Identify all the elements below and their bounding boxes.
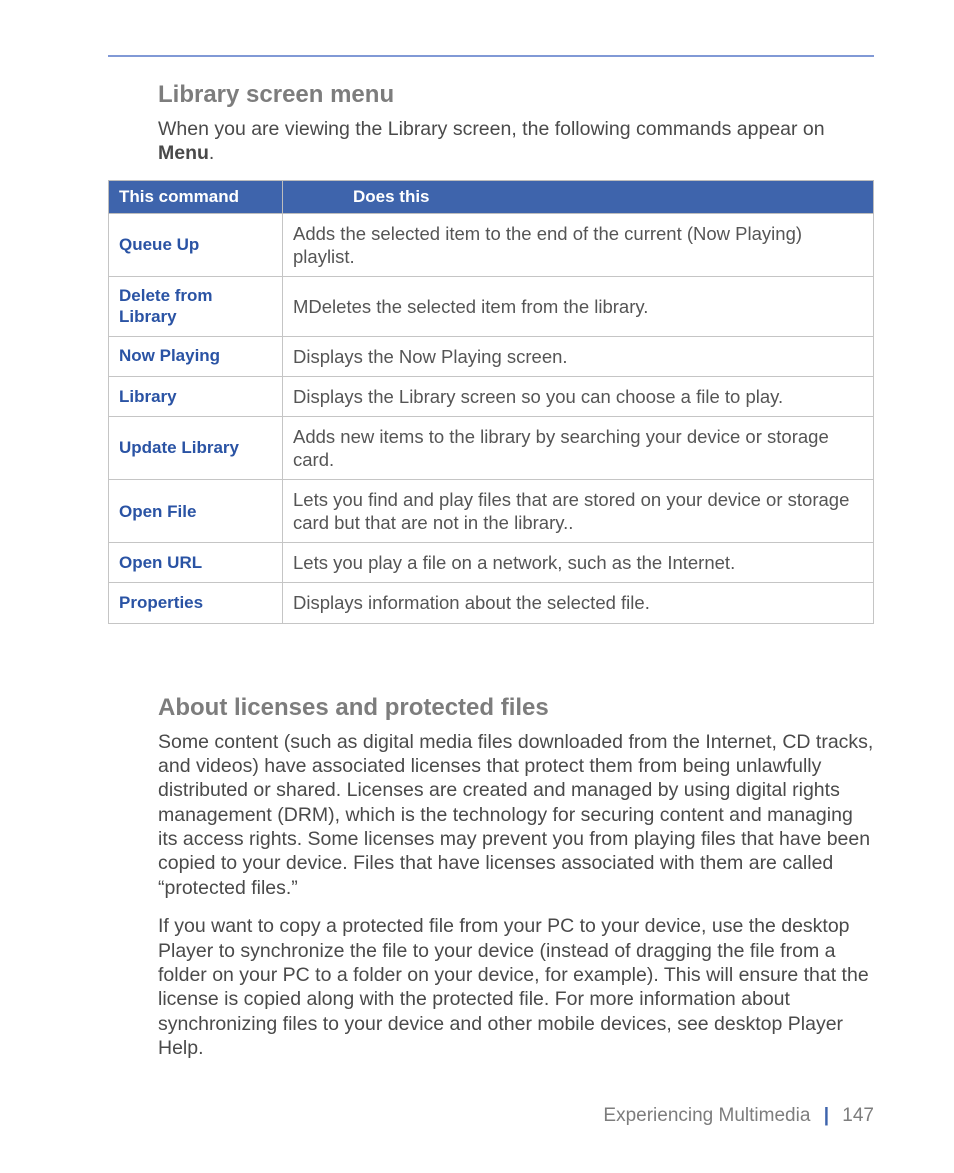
intro-text-a: When you are viewing the Library screen,… <box>158 118 825 140</box>
description-cell: Displays the Library screen so you can c… <box>283 376 874 416</box>
command-cell: Queue Up <box>109 213 283 276</box>
command-cell: Delete from Library <box>109 277 283 337</box>
table-row: Library Displays the Library screen so y… <box>109 376 874 416</box>
licenses-paragraph-1: Some content (such as digital media file… <box>108 730 874 901</box>
footer-chapter: Experiencing Multimedia <box>603 1105 810 1126</box>
intro-paragraph: When you are viewing the Library screen,… <box>108 117 874 166</box>
table-row: Now Playing Displays the Now Playing scr… <box>109 336 874 376</box>
description-cell: Adds the selected item to the end of the… <box>283 213 874 276</box>
description-cell: Lets you find and play files that are st… <box>283 480 874 543</box>
description-cell: Displays the Now Playing screen. <box>283 336 874 376</box>
description-cell: MDeletes the selected item from the libr… <box>283 277 874 337</box>
intro-text-b: . <box>209 142 214 164</box>
page-footer: Experiencing Multimedia | 147 <box>603 1105 874 1127</box>
footer-separator: | <box>816 1105 837 1126</box>
table-row: Open URL Lets you play a file on a netwo… <box>109 543 874 583</box>
intro-text-bold: Menu <box>158 142 209 164</box>
table-header-command: This command <box>109 180 283 213</box>
command-cell: Library <box>109 376 283 416</box>
table-row: Delete from Library MDeletes the selecte… <box>109 277 874 337</box>
table-header-description: Does this <box>283 180 874 213</box>
table-row: Update Library Adds new items to the lib… <box>109 416 874 479</box>
header-rule <box>108 55 874 57</box>
description-cell: Displays information about the selected … <box>283 583 874 623</box>
section-heading-licenses: About licenses and protected files <box>108 694 874 722</box>
footer-page-number: 147 <box>842 1105 874 1126</box>
table-row: Open File Lets you find and play files t… <box>109 480 874 543</box>
section-heading-library-menu: Library screen menu <box>108 81 874 109</box>
table-row: Properties Displays information about th… <box>109 583 874 623</box>
command-cell: Properties <box>109 583 283 623</box>
document-page: Library screen menu When you are viewing… <box>0 0 954 1173</box>
description-cell: Adds new items to the library by searchi… <box>283 416 874 479</box>
command-cell: Open URL <box>109 543 283 583</box>
licenses-paragraph-2: If you want to copy a protected file fro… <box>108 914 874 1060</box>
table-row: Queue Up Adds the selected item to the e… <box>109 213 874 276</box>
table-header-row: This command Does this <box>109 180 874 213</box>
command-cell: Update Library <box>109 416 283 479</box>
command-cell: Now Playing <box>109 336 283 376</box>
page-content: Library screen menu When you are viewing… <box>108 55 874 1060</box>
description-cell: Lets you play a file on a network, such … <box>283 543 874 583</box>
command-cell: Open File <box>109 480 283 543</box>
commands-table: This command Does this Queue Up Adds the… <box>108 180 874 624</box>
